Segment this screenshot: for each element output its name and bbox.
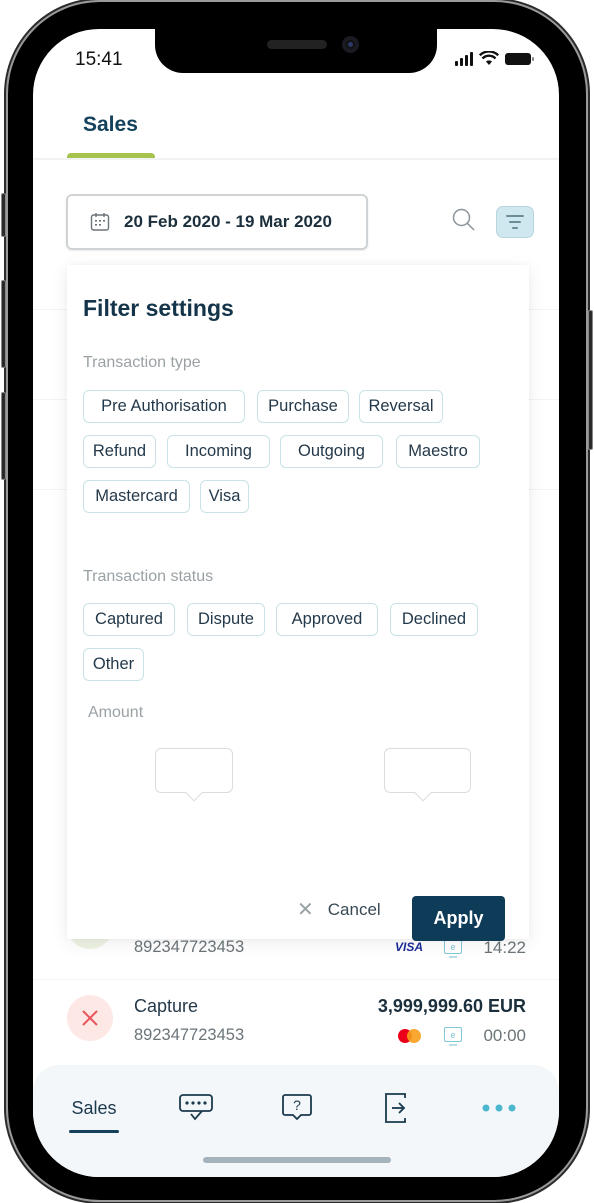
amount-max-input[interactable] [384, 748, 471, 793]
cancel-label: Cancel [327, 899, 381, 919]
silent-switch [1, 193, 6, 237]
visa-icon: VISA [394, 940, 423, 954]
tab-sales[interactable]: Sales [83, 113, 138, 137]
chip-outgoing[interactable]: Outgoing [280, 435, 383, 468]
apply-button[interactable]: Apply [412, 896, 505, 941]
transaction-id: 892347723453 [134, 1026, 245, 1044]
front-camera [342, 36, 359, 53]
calendar-icon [90, 213, 110, 231]
app-screen: 15:41 Sales 20 Feb 2020 - 19 Mar 2020 89… [33, 29, 559, 1177]
chip-purchase[interactable]: Purchase [257, 390, 349, 423]
home-indicator[interactable] [203, 1157, 391, 1163]
status-icons [455, 51, 534, 66]
ecommerce-channel-icon: e [444, 939, 462, 958]
power-button [588, 310, 593, 450]
volume-down-button [1, 392, 6, 480]
transaction-amount: 3,999,999.60 EUR [377, 996, 526, 1016]
transaction-title: Capture [134, 996, 199, 1016]
nav-item-logout[interactable] [382, 1093, 412, 1123]
amount-min-input[interactable] [155, 748, 233, 793]
transaction-id: 892347723453 [134, 938, 245, 956]
search-button[interactable] [451, 207, 477, 233]
chip-mastercard[interactable]: Mastercard [83, 480, 190, 513]
nav-item-pin-verify[interactable] [178, 1093, 214, 1123]
help-chat-icon: ? [282, 1094, 312, 1121]
status-time: 15:41 [75, 49, 123, 70]
chip-incoming[interactable]: Incoming [167, 435, 270, 468]
svg-text:?: ? [293, 1097, 301, 1113]
cancel-button[interactable]: ✕ Cancel [297, 897, 381, 922]
chip-visa[interactable]: Visa [200, 480, 249, 513]
list-divider [33, 979, 559, 980]
logout-icon [385, 1093, 406, 1123]
filter-settings-panel: Filter settings Transaction type Pre Aut… [67, 265, 529, 941]
status-avatar-declined [67, 995, 113, 1041]
nav-item-more[interactable] [479, 1093, 519, 1123]
chip-captured[interactable]: Captured [83, 603, 175, 636]
transaction-time: 00:00 [483, 1026, 526, 1045]
transaction-time: 14:22 [483, 938, 526, 957]
transaction-row[interactable]: Capture 892347723453 3,999,999.60 EUR e … [33, 981, 559, 1067]
date-range-button[interactable]: 20 Feb 2020 - 19 Mar 2020 [66, 194, 368, 250]
amount-label: Amount [88, 704, 144, 721]
date-range-label: 20 Feb 2020 - 19 Mar 2020 [124, 212, 332, 231]
ecommerce-channel-icon: e [444, 1027, 462, 1046]
speaker [267, 40, 327, 49]
header-divider [33, 158, 559, 160]
battery-icon [505, 52, 534, 65]
transaction-type-label: Transaction type [83, 354, 201, 371]
chip-maestro[interactable]: Maestro [396, 435, 480, 468]
filter-button[interactable] [496, 206, 534, 238]
wifi-icon [479, 51, 499, 65]
chip-dispute[interactable]: Dispute [187, 603, 265, 636]
nav-item-sales[interactable]: Sales [69, 1093, 119, 1123]
chip-declined[interactable]: Declined [390, 603, 478, 636]
volume-up-button [1, 280, 6, 368]
transaction-status-label: Transaction status [83, 568, 214, 585]
mastercard-icon [397, 1028, 423, 1044]
nav-item-help[interactable]: ? [280, 1093, 314, 1123]
nav-active-indicator [69, 1130, 119, 1133]
chip-approved[interactable]: Approved [276, 603, 378, 636]
nav-label-sales: Sales [71, 1097, 117, 1118]
notch [155, 29, 437, 73]
signal-icon [455, 51, 473, 66]
chip-reversal[interactable]: Reversal [359, 390, 443, 423]
close-icon: ✕ [297, 899, 314, 921]
chip-pre-authorisation[interactable]: Pre Authorisation [83, 390, 245, 423]
bottom-navigation: Sales ? [33, 1065, 559, 1177]
panel-title: Filter settings [83, 295, 234, 321]
search-icon [452, 208, 475, 231]
filter-icon [506, 215, 524, 217]
more-icon [482, 1104, 516, 1112]
chip-refund[interactable]: Refund [83, 435, 156, 468]
close-icon [82, 1010, 98, 1026]
pin-verify-icon [179, 1094, 213, 1121]
chip-other[interactable]: Other [83, 648, 144, 681]
